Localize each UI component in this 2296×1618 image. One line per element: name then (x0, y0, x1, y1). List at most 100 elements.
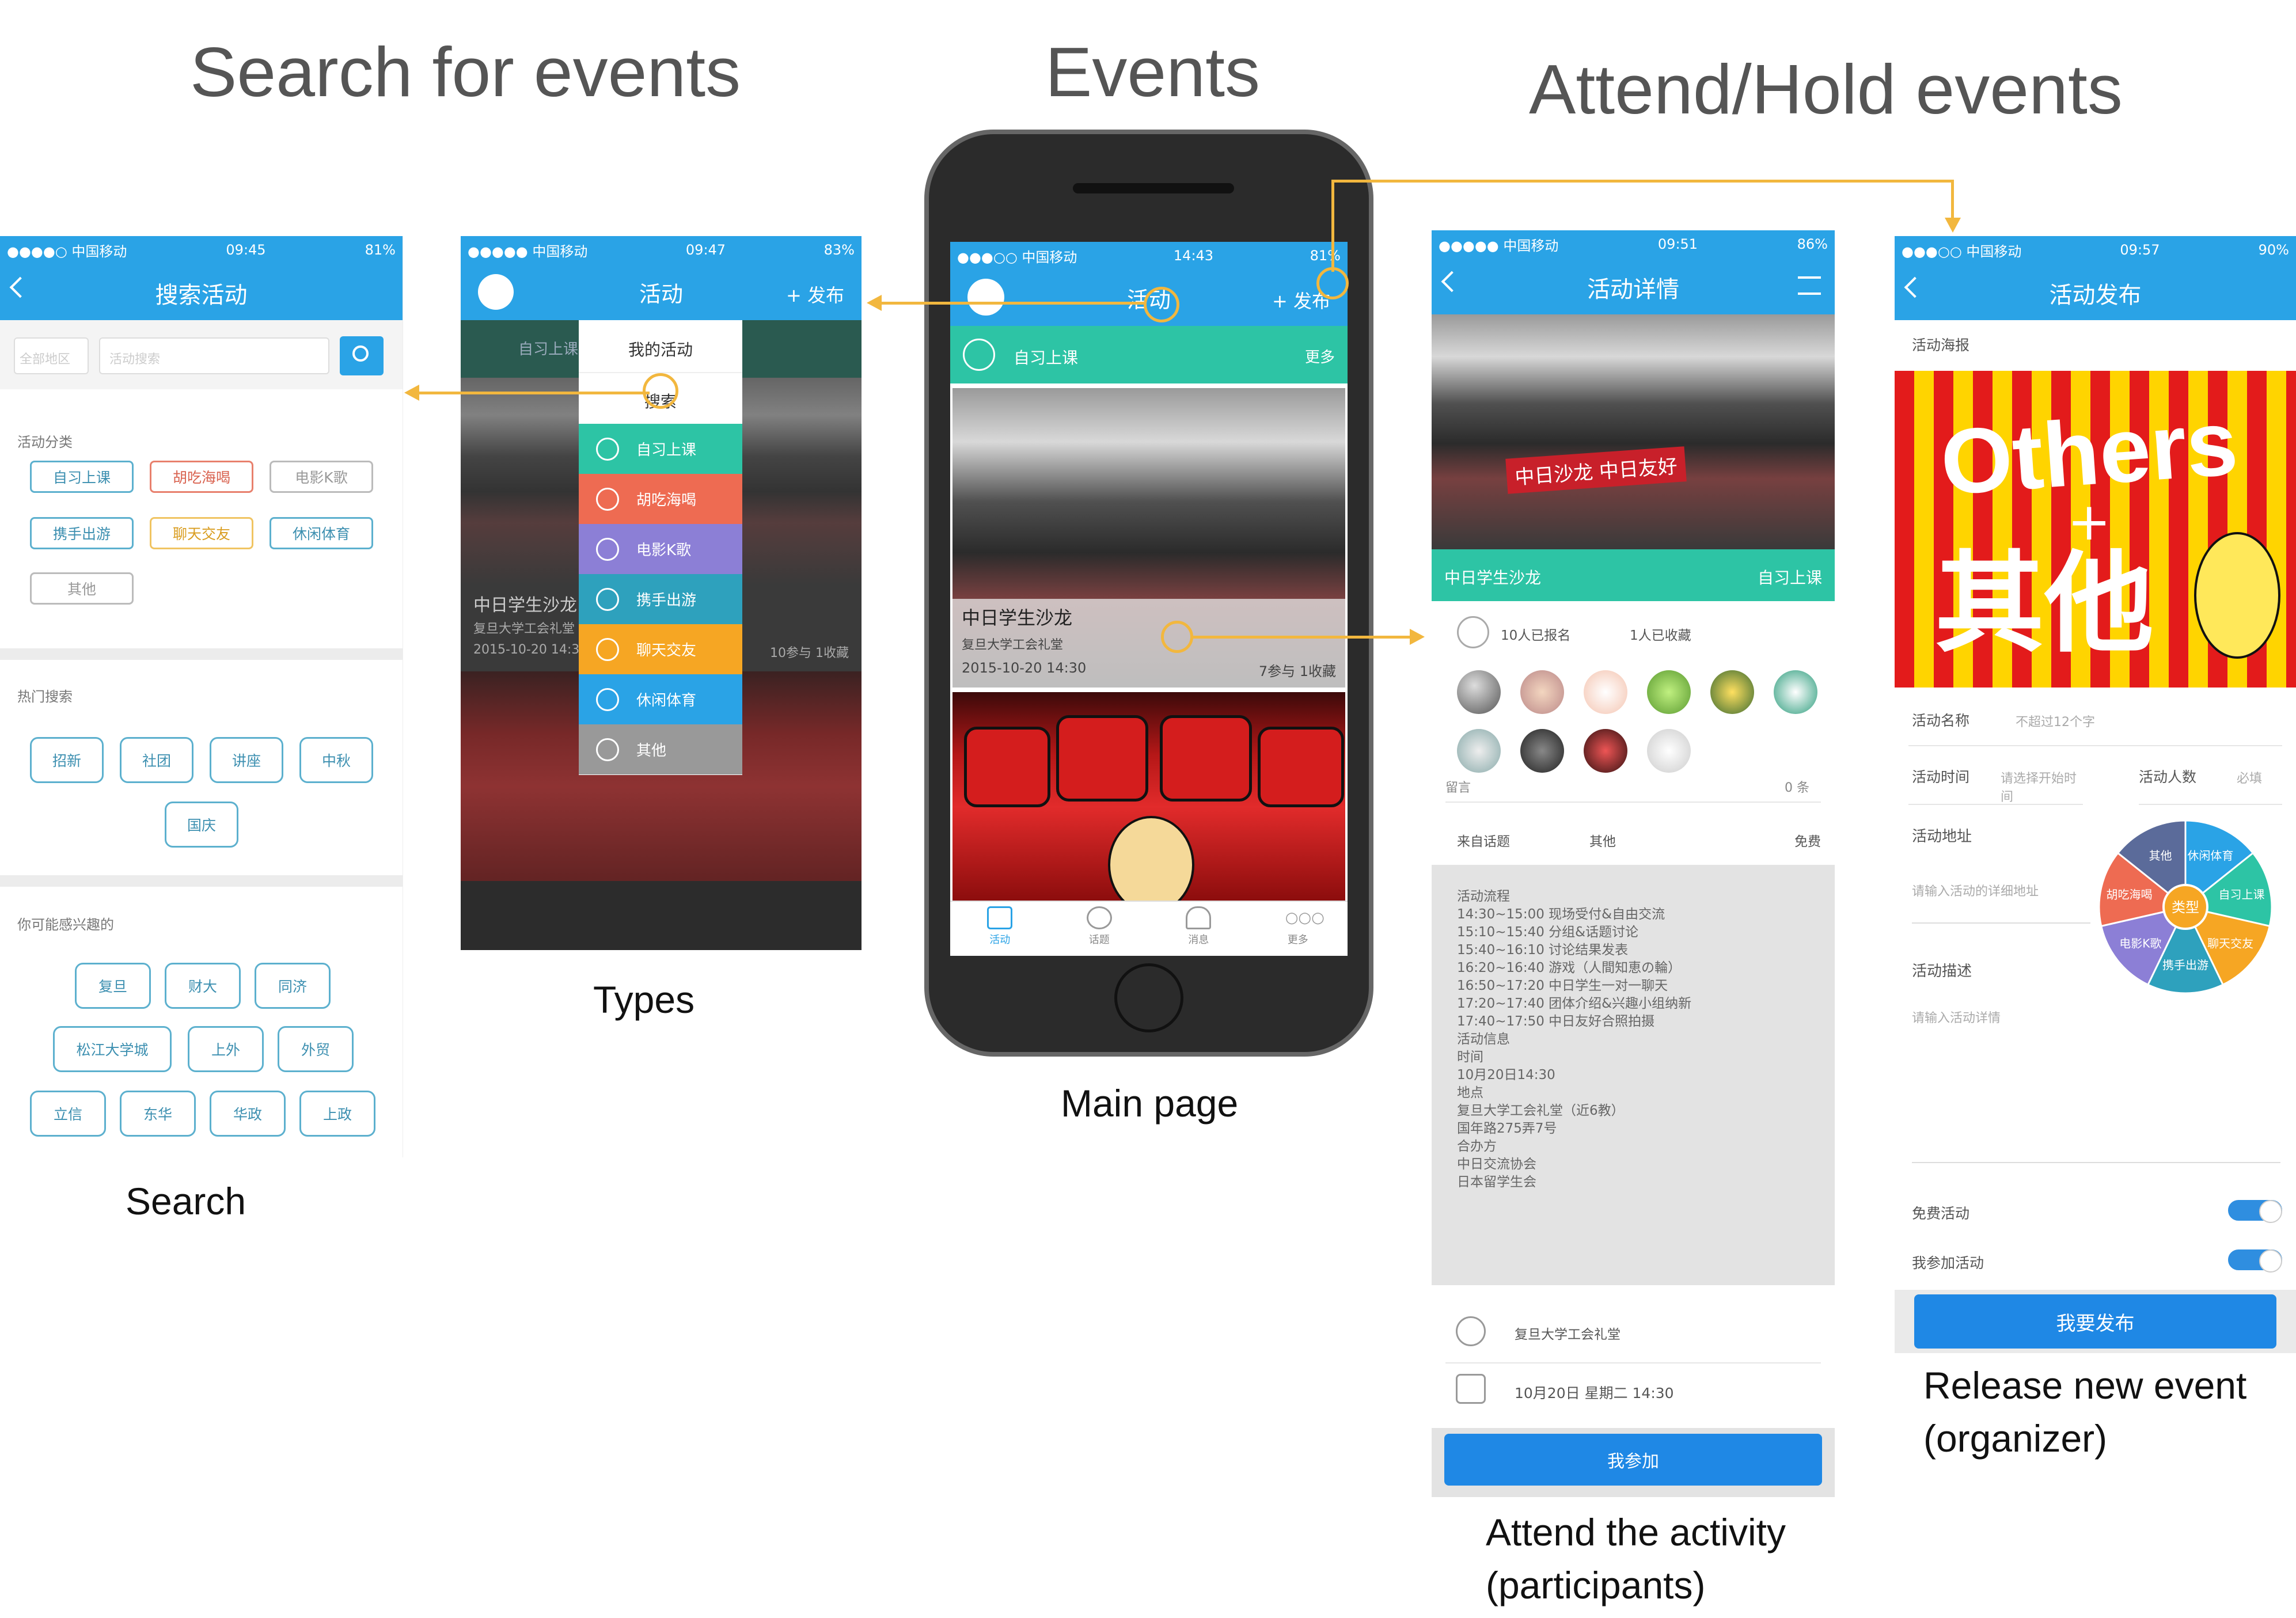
avatar[interactable] (1584, 729, 1627, 773)
type-wheel[interactable]: 休闲体育自习上课聊天交友携手出游电影K歌 胡吃海喝 其他 类型 (2096, 818, 2275, 996)
attend-toggle[interactable] (2228, 1249, 2282, 1273)
category-tag[interactable]: 电影K歌 (270, 461, 373, 493)
interest-heading: 你可能感兴趣的 (17, 917, 114, 933)
location-pin-icon (1456, 1316, 1486, 1346)
cartoon-mascot (2194, 532, 2280, 659)
event-title: 中日学生沙龙 (473, 595, 577, 616)
carrier: ●●●○○ 中国移动 (957, 249, 1077, 265)
arrow-to-publish-horizontal (1331, 180, 1952, 183)
join-button[interactable]: 我参加 (1444, 1434, 1822, 1486)
interest-tag[interactable]: 东华 (120, 1091, 196, 1137)
category-tag[interactable]: 聊天交友 (150, 517, 253, 549)
poster-label: 活动海报 (1912, 337, 1970, 354)
caption-types: Types (593, 978, 695, 1021)
avatar[interactable] (1647, 670, 1691, 714)
more-link[interactable]: 更多 (1305, 345, 1335, 367)
hot-tag[interactable]: 中秋 (299, 737, 373, 783)
interest-tag[interactable]: 华政 (210, 1091, 286, 1137)
caption-release: Release new event (organizer) (1923, 1359, 2246, 1465)
description-line: 地点 (1457, 1085, 1483, 1100)
publish-submit-button[interactable]: 我要发布 (1914, 1294, 2276, 1349)
attend-row: 我参加活动 (1908, 1241, 2282, 1282)
study-icon (596, 437, 619, 461)
interest-tag[interactable]: 上外 (188, 1026, 264, 1072)
event-photo-cinema[interactable] (952, 692, 1345, 901)
interest-tag[interactable]: 复旦 (75, 963, 151, 1009)
interest-tag[interactable]: 外贸 (278, 1026, 354, 1072)
clock: 09:47 (685, 242, 726, 258)
interest-tag[interactable]: 立信 (30, 1091, 106, 1137)
tab-more[interactable]: ○○○ 更多 (1248, 902, 1348, 956)
tab-events[interactable]: 活动 (950, 902, 1050, 956)
avatar[interactable] (1457, 729, 1501, 773)
description-line: 活动流程 (1457, 889, 1510, 904)
category-tag[interactable]: 自习上课 (30, 461, 134, 493)
event-info[interactable]: 中日学生沙龙 复旦大学工会礼堂 2015-10-20 14:30 7参与 1收藏 (952, 599, 1345, 688)
location-row[interactable]: 复旦大学工会礼堂 (1445, 1306, 1821, 1363)
hot-tag[interactable]: 国庆 (165, 802, 238, 848)
menu-item-study[interactable]: 自习上课 (579, 424, 742, 474)
sports-icon (596, 688, 619, 711)
menu-item-label: 胡吃海喝 (636, 492, 697, 509)
avatar[interactable] (1520, 729, 1564, 773)
avatar[interactable] (1774, 670, 1817, 714)
arrow-to-publish-vertical (1331, 180, 1334, 272)
interest-tag[interactable]: 财大 (165, 963, 241, 1009)
avatar[interactable] (1520, 670, 1564, 714)
comment-label: 留言 (1445, 781, 1471, 795)
search-input[interactable]: 活动搜索 (99, 337, 329, 374)
hot-tag[interactable]: 讲座 (210, 737, 283, 783)
arrowhead (404, 385, 419, 401)
cartoon-face (1108, 816, 1194, 901)
category-bar[interactable]: 自习上课 更多 (950, 326, 1348, 383)
title-events: Events (1045, 33, 1260, 111)
description-line: 17:40~17:50 中日友好合照拍摄 (1457, 1014, 1655, 1029)
menu-icon[interactable] (1798, 276, 1821, 295)
publish-button[interactable]: + 发布 (786, 281, 844, 307)
poster-image[interactable]: Others 其他 + (1895, 371, 2296, 688)
interest-tag[interactable]: 同济 (255, 963, 331, 1009)
avatar[interactable] (1710, 670, 1754, 714)
source-value: 其他 (1589, 834, 1616, 849)
carrier: ●●●●● 中国移动 (1439, 237, 1559, 254)
add-icon[interactable]: + (2067, 492, 2111, 552)
avatar[interactable] (1647, 729, 1691, 773)
menu-item-movie[interactable]: 电影K歌 (579, 524, 742, 574)
menu-my-events[interactable]: 我的活动 (579, 320, 742, 372)
comment-row[interactable]: 留言 0 条 (1445, 774, 1821, 803)
collected-count: 1人已收藏 (1630, 628, 1691, 643)
fee: 免费 (1794, 834, 1821, 849)
study-icon (963, 339, 995, 371)
category-tag[interactable]: 休闲体育 (270, 517, 373, 549)
category-tag[interactable]: 胡吃海喝 (150, 461, 253, 493)
menu-item-chat[interactable]: 聊天交友 (579, 624, 742, 674)
count-row[interactable]: 活动人数 必填 (2139, 747, 2282, 805)
address-input[interactable]: 请输入活动的详细地址 (1912, 881, 2090, 924)
avatar[interactable] (1584, 670, 1627, 714)
tab-messages[interactable]: 消息 (1149, 902, 1248, 956)
time-row[interactable]: 活动时间 请选择开始时间 (1908, 747, 2083, 805)
description-line: 合办方 (1457, 1139, 1497, 1154)
avatar[interactable] (1457, 670, 1501, 714)
tab-label: 话题 (1088, 934, 1110, 946)
region-select[interactable]: 全部地区 (14, 337, 89, 374)
interest-tag[interactable]: 松江大学城 (53, 1026, 172, 1072)
description-line: 14:30~15:00 现场受付&自由交流 (1457, 907, 1665, 922)
menu-item-travel[interactable]: 携手出游 (579, 574, 742, 624)
tab-topics[interactable]: 话题 (1050, 902, 1149, 956)
search-button[interactable] (340, 336, 384, 375)
interest-tag[interactable]: 上政 (299, 1091, 375, 1137)
category-tag[interactable]: 其他 (30, 572, 134, 605)
hot-tag[interactable]: 招新 (30, 737, 104, 783)
free-toggle[interactable] (2228, 1200, 2282, 1223)
menu-item-other[interactable]: 其他 (579, 724, 742, 774)
hot-tag[interactable]: 社团 (120, 737, 193, 783)
description-line: 17:20~17:40 团体介绍&兴趣小组纳新 (1457, 996, 1692, 1011)
menu-item-sports[interactable]: 休闲体育 (579, 674, 742, 724)
types-screen: ●●●●● 中国移动 09:47 83% 活动 + 发布 自习上课 中日学生沙龙… (461, 236, 862, 950)
category-tag[interactable]: 携手出游 (30, 517, 134, 549)
home-button[interactable] (1114, 963, 1183, 1032)
desc-input[interactable]: 请输入活动详情 (1912, 1008, 2280, 1163)
menu-item-food[interactable]: 胡吃海喝 (579, 474, 742, 524)
name-row[interactable]: 活动名称 不超过12个字 (1908, 694, 2282, 746)
